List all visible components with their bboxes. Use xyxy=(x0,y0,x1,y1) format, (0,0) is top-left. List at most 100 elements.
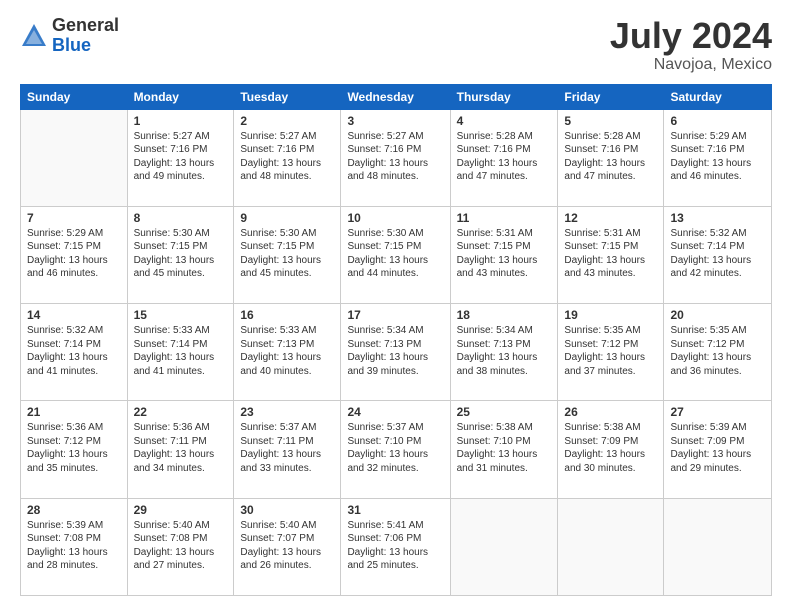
calendar-week-1: 1 Sunrise: 5:27 AMSunset: 7:16 PMDaylight… xyxy=(21,109,772,206)
day-info: Sunrise: 5:30 AMSunset: 7:15 PMDaylight:… xyxy=(134,227,228,281)
day-info: Sunrise: 5:31 AMSunset: 7:15 PMDaylight:… xyxy=(457,227,552,281)
title-block: July 2024 Navojoa, Mexico xyxy=(610,16,772,74)
calendar-cell: 25 Sunrise: 5:38 AMSunset: 7:10 PMDayligh… xyxy=(450,401,558,498)
calendar-cell: 10 Sunrise: 5:30 AMSunset: 7:15 PMDayligh… xyxy=(341,206,450,303)
day-info: Sunrise: 5:28 AMSunset: 7:16 PMDaylight:… xyxy=(564,130,657,184)
calendar-cell: 15 Sunrise: 5:33 AMSunset: 7:14 PMDayligh… xyxy=(127,304,234,401)
calendar-cell: 18 Sunrise: 5:34 AMSunset: 7:13 PMDayligh… xyxy=(450,304,558,401)
calendar-cell: 3 Sunrise: 5:27 AMSunset: 7:16 PMDaylight… xyxy=(341,109,450,206)
day-header-saturday: Saturday xyxy=(664,84,772,109)
calendar-cell: 22 Sunrise: 5:36 AMSunset: 7:11 PMDayligh… xyxy=(127,401,234,498)
calendar-cell: 24Sunrise: 5:37 AMSunset: 7:10 PMDayligh… xyxy=(341,401,450,498)
day-info: Sunrise: 5:30 AMSunset: 7:15 PMDaylight:… xyxy=(347,227,443,281)
day-number: 21 xyxy=(27,405,121,419)
day-number: 28 xyxy=(27,503,121,517)
calendar-cell: 19Sunrise: 5:35 AMSunset: 7:12 PMDayligh… xyxy=(558,304,664,401)
location: Navojoa, Mexico xyxy=(610,56,772,74)
calendar-week-5: 28Sunrise: 5:39 AMSunset: 7:08 PMDayligh… xyxy=(21,498,772,595)
day-info: Sunrise: 5:28 AMSunset: 7:16 PMDaylight:… xyxy=(457,130,552,184)
day-info: Sunrise: 5:27 AMSunset: 7:16 PMDaylight:… xyxy=(347,130,443,184)
day-number: 3 xyxy=(347,114,443,128)
calendar-cell: 1 Sunrise: 5:27 AMSunset: 7:16 PMDaylight… xyxy=(127,109,234,206)
calendar-week-3: 14 Sunrise: 5:32 AMSunset: 7:14 PMDayligh… xyxy=(21,304,772,401)
calendar-cell xyxy=(664,498,772,595)
logo: General Blue xyxy=(20,16,119,56)
day-info: Sunrise: 5:32 AMSunset: 7:14 PMDaylight:… xyxy=(27,324,121,378)
calendar-cell: 21Sunrise: 5:36 AMSunset: 7:12 PMDayligh… xyxy=(21,401,128,498)
day-number: 1 xyxy=(134,114,228,128)
logo-blue: Blue xyxy=(52,36,119,56)
day-header-wednesday: Wednesday xyxy=(341,84,450,109)
calendar-cell: 29Sunrise: 5:40 AMSunset: 7:08 PMDayligh… xyxy=(127,498,234,595)
day-header-thursday: Thursday xyxy=(450,84,558,109)
day-number: 23 xyxy=(240,405,334,419)
day-header-tuesday: Tuesday xyxy=(234,84,341,109)
calendar-cell: 31 Sunrise: 5:41 AMSunset: 7:06 PMDayligh… xyxy=(341,498,450,595)
day-number: 2 xyxy=(240,114,334,128)
day-info: Sunrise: 5:33 AMSunset: 7:13 PMDaylight:… xyxy=(240,324,334,378)
calendar-cell: 2 Sunrise: 5:27 AMSunset: 7:16 PMDaylight… xyxy=(234,109,341,206)
day-info: Sunrise: 5:40 AMSunset: 7:07 PMDaylight:… xyxy=(240,519,334,573)
day-number: 10 xyxy=(347,211,443,225)
day-number: 8 xyxy=(134,211,228,225)
calendar-cell: 17Sunrise: 5:34 AMSunset: 7:13 PMDayligh… xyxy=(341,304,450,401)
day-info: Sunrise: 5:27 AMSunset: 7:16 PMDaylight:… xyxy=(134,130,228,184)
day-number: 30 xyxy=(240,503,334,517)
header: General Blue July 2024 Navojoa, Mexico xyxy=(20,16,772,74)
day-number: 27 xyxy=(670,405,765,419)
day-number: 22 xyxy=(134,405,228,419)
calendar-cell: 12Sunrise: 5:31 AMSunset: 7:15 PMDayligh… xyxy=(558,206,664,303)
calendar-cell: 27 Sunrise: 5:39 AMSunset: 7:09 PMDayligh… xyxy=(664,401,772,498)
day-info: Sunrise: 5:29 AMSunset: 7:16 PMDaylight:… xyxy=(670,130,765,184)
day-info: Sunrise: 5:36 AMSunset: 7:11 PMDaylight:… xyxy=(134,421,228,475)
calendar-week-2: 7 Sunrise: 5:29 AMSunset: 7:15 PMDaylight… xyxy=(21,206,772,303)
calendar-cell: 13Sunrise: 5:32 AMSunset: 7:14 PMDayligh… xyxy=(664,206,772,303)
day-number: 16 xyxy=(240,308,334,322)
day-number: 7 xyxy=(27,211,121,225)
day-info: Sunrise: 5:33 AMSunset: 7:14 PMDaylight:… xyxy=(134,324,228,378)
page: General Blue July 2024 Navojoa, Mexico S… xyxy=(0,0,792,612)
day-header-friday: Friday xyxy=(558,84,664,109)
calendar-cell: 20 Sunrise: 5:35 AMSunset: 7:12 PMDayligh… xyxy=(664,304,772,401)
month-title: July 2024 xyxy=(610,16,772,56)
calendar-cell: 4 Sunrise: 5:28 AMSunset: 7:16 PMDaylight… xyxy=(450,109,558,206)
day-info: Sunrise: 5:29 AMSunset: 7:15 PMDaylight:… xyxy=(27,227,121,281)
day-info: Sunrise: 5:34 AMSunset: 7:13 PMDaylight:… xyxy=(347,324,443,378)
calendar-cell: 30 Sunrise: 5:40 AMSunset: 7:07 PMDayligh… xyxy=(234,498,341,595)
day-info: Sunrise: 5:34 AMSunset: 7:13 PMDaylight:… xyxy=(457,324,552,378)
day-info: Sunrise: 5:41 AMSunset: 7:06 PMDaylight:… xyxy=(347,519,443,573)
day-info: Sunrise: 5:37 AMSunset: 7:10 PMDaylight:… xyxy=(347,421,443,475)
day-number: 31 xyxy=(347,503,443,517)
calendar-cell: 26Sunrise: 5:38 AMSunset: 7:09 PMDayligh… xyxy=(558,401,664,498)
day-number: 11 xyxy=(457,211,552,225)
day-number: 18 xyxy=(457,308,552,322)
calendar-cell: 23Sunrise: 5:37 AMSunset: 7:11 PMDayligh… xyxy=(234,401,341,498)
calendar-cell: 28Sunrise: 5:39 AMSunset: 7:08 PMDayligh… xyxy=(21,498,128,595)
calendar-cell: 6 Sunrise: 5:29 AMSunset: 7:16 PMDaylight… xyxy=(664,109,772,206)
day-info: Sunrise: 5:39 AMSunset: 7:09 PMDaylight:… xyxy=(670,421,765,475)
day-number: 14 xyxy=(27,308,121,322)
day-number: 25 xyxy=(457,405,552,419)
day-info: Sunrise: 5:32 AMSunset: 7:14 PMDaylight:… xyxy=(670,227,765,281)
calendar-cell xyxy=(21,109,128,206)
calendar-cell: 16 Sunrise: 5:33 AMSunset: 7:13 PMDayligh… xyxy=(234,304,341,401)
day-number: 29 xyxy=(134,503,228,517)
day-number: 26 xyxy=(564,405,657,419)
calendar-cell: 5Sunrise: 5:28 AMSunset: 7:16 PMDaylight… xyxy=(558,109,664,206)
calendar-cell: 14 Sunrise: 5:32 AMSunset: 7:14 PMDayligh… xyxy=(21,304,128,401)
day-number: 4 xyxy=(457,114,552,128)
day-info: Sunrise: 5:35 AMSunset: 7:12 PMDaylight:… xyxy=(670,324,765,378)
day-info: Sunrise: 5:30 AMSunset: 7:15 PMDaylight:… xyxy=(240,227,334,281)
day-info: Sunrise: 5:27 AMSunset: 7:16 PMDaylight:… xyxy=(240,130,334,184)
day-number: 20 xyxy=(670,308,765,322)
calendar-cell: 9Sunrise: 5:30 AMSunset: 7:15 PMDaylight… xyxy=(234,206,341,303)
day-info: Sunrise: 5:31 AMSunset: 7:15 PMDaylight:… xyxy=(564,227,657,281)
calendar-cell xyxy=(558,498,664,595)
logo-text: General Blue xyxy=(52,16,119,56)
logo-icon xyxy=(20,22,48,50)
day-number: 6 xyxy=(670,114,765,128)
calendar-cell: 7 Sunrise: 5:29 AMSunset: 7:15 PMDaylight… xyxy=(21,206,128,303)
day-number: 15 xyxy=(134,308,228,322)
day-number: 19 xyxy=(564,308,657,322)
day-info: Sunrise: 5:38 AMSunset: 7:10 PMDaylight:… xyxy=(457,421,552,475)
